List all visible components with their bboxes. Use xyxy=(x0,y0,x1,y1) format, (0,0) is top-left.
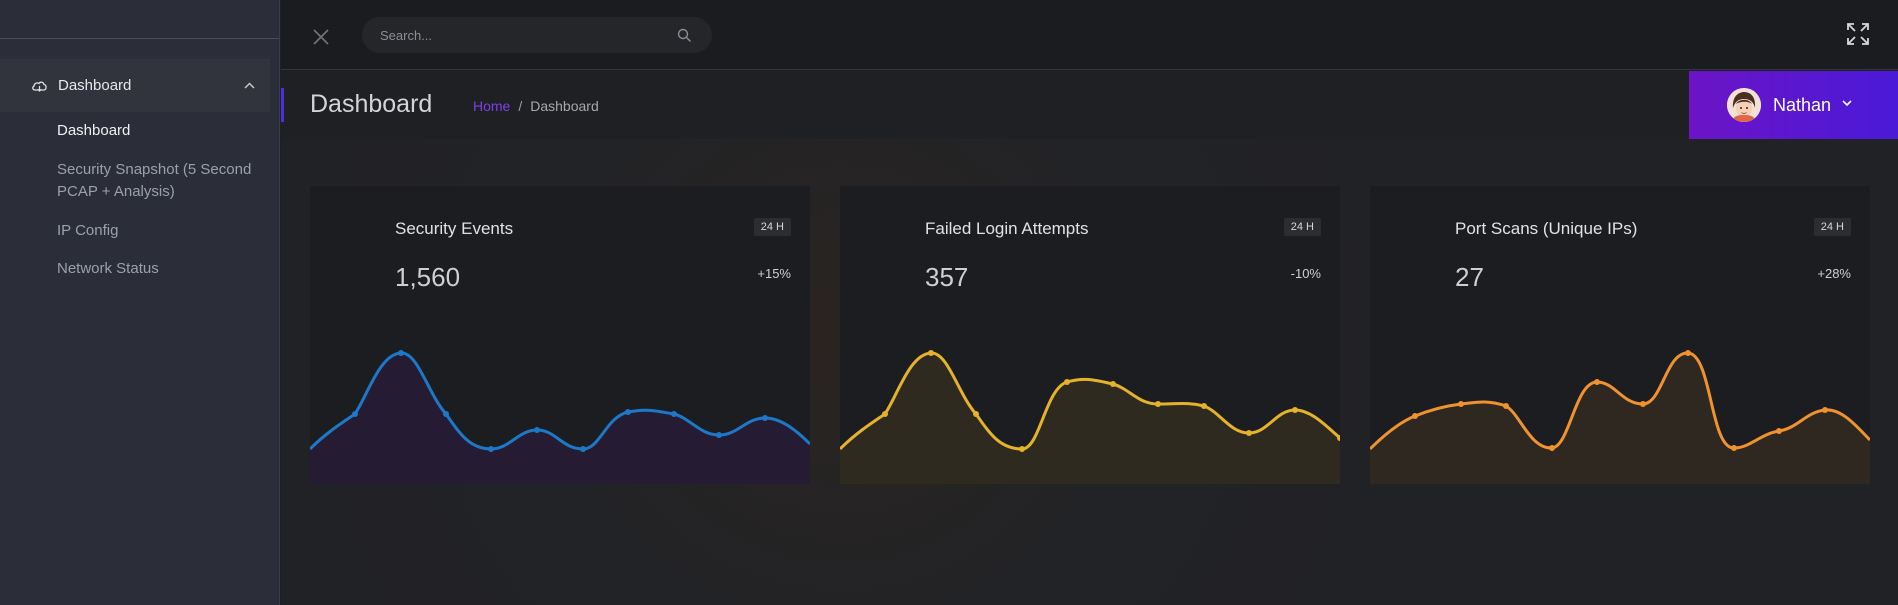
sparkline-point xyxy=(1155,401,1161,407)
card-period-badge: 24 H xyxy=(1283,218,1321,236)
card-value: 27 xyxy=(1455,262,1484,292)
sparkline-point xyxy=(443,411,449,417)
search-icon[interactable] xyxy=(677,28,692,43)
sparkline-area xyxy=(310,352,810,484)
card-period-badge: 24 H xyxy=(753,218,791,236)
sparkline-point xyxy=(716,432,722,438)
avatar xyxy=(1727,88,1761,122)
stat-card-port-scans: Port Scans (Unique IPs) 24 H 27 +28% xyxy=(1370,186,1870,484)
cloud-icon xyxy=(31,79,48,93)
card-title: Failed Login Attempts xyxy=(925,219,1089,238)
card-title: Security Events xyxy=(395,219,514,238)
main-content: Security Events 24 H 1,560 +15% Failed L… xyxy=(281,139,1898,605)
sparkline-point xyxy=(1685,350,1691,356)
search-input[interactable] xyxy=(380,27,670,43)
app-root: Dashboard Dashboard Security Snapshot (5… xyxy=(0,0,1898,605)
sparkline-point xyxy=(1731,445,1737,451)
card-value: 1,560 xyxy=(395,262,461,292)
sparkline-point xyxy=(1201,403,1207,409)
sparkline-point xyxy=(1458,401,1464,407)
card-value: 357 xyxy=(925,262,969,292)
breadcrumb: Home / Dashboard xyxy=(473,98,599,114)
close-icon[interactable] xyxy=(312,28,330,46)
sparkline-area xyxy=(1370,352,1870,484)
page-title: Dashboard xyxy=(310,90,433,118)
sparkline-area xyxy=(840,352,1340,484)
sparkline-chart xyxy=(310,350,810,484)
sparkline-point xyxy=(580,446,586,452)
sidebar-item-security-snapshot[interactable]: Security Snapshot (5 Second PCAP + Analy… xyxy=(57,159,257,203)
sparkline-point xyxy=(671,411,677,417)
sidebar-top xyxy=(0,0,279,39)
user-menu[interactable]: Nathan xyxy=(1689,71,1898,139)
search-box xyxy=(362,17,712,53)
card-title: Port Scans (Unique IPs) xyxy=(1455,219,1638,238)
sparkline-point xyxy=(973,411,979,417)
sparkline-point xyxy=(1503,403,1509,409)
breadcrumb-current: Dashboard xyxy=(530,98,599,114)
sparkline-point xyxy=(1594,379,1600,385)
card-change: -10% xyxy=(1290,266,1321,281)
card-change: +15% xyxy=(757,266,791,281)
fullscreen-icon[interactable] xyxy=(1846,22,1870,46)
sparkline-point xyxy=(1776,428,1782,434)
page-header: Dashboard Home / Dashboard Nathan xyxy=(281,71,1898,139)
sparkline-point xyxy=(1246,430,1252,436)
sidebar: Dashboard Dashboard Security Snapshot (5… xyxy=(0,0,280,605)
stat-card-failed-login-attempts: Failed Login Attempts 24 H 357 -10% xyxy=(840,186,1340,484)
sparkline-point xyxy=(882,411,888,417)
topbar xyxy=(281,0,1898,70)
sparkline-point xyxy=(352,411,358,417)
sparkline-point xyxy=(1549,445,1555,451)
sparkline-point xyxy=(928,350,934,356)
sparkline-point xyxy=(1064,379,1070,385)
sparkline-point xyxy=(488,446,494,452)
sidebar-item-dashboard[interactable]: Dashboard xyxy=(57,120,257,142)
sparkline-point xyxy=(625,409,631,415)
sidebar-item-network-status[interactable]: Network Status xyxy=(57,258,257,280)
title-accent-bar xyxy=(281,88,284,122)
sidebar-subnav: Dashboard Security Snapshot (5 Second PC… xyxy=(57,120,257,280)
card-change: +28% xyxy=(1817,266,1851,281)
sparkline-point xyxy=(1019,446,1025,452)
sparkline-point xyxy=(1412,413,1418,419)
sidebar-group-dashboard[interactable]: Dashboard xyxy=(0,59,270,112)
sparkline-point xyxy=(398,350,404,356)
sparkline-chart xyxy=(840,350,1340,484)
sparkline-chart xyxy=(1370,350,1870,484)
stat-card-security-events: Security Events 24 H 1,560 +15% xyxy=(310,186,810,484)
sparkline-point xyxy=(1110,381,1116,387)
chevron-down-icon xyxy=(1841,96,1853,114)
chevron-up-icon xyxy=(243,79,256,92)
sparkline-point xyxy=(1822,407,1828,413)
card-period-badge: 24 H xyxy=(1813,218,1851,236)
sparkline-point xyxy=(534,427,540,433)
sparkline-point xyxy=(1640,401,1646,407)
sidebar-group-label: Dashboard xyxy=(58,77,132,94)
sidebar-item-ip-config[interactable]: IP Config xyxy=(57,220,257,242)
sparkline-point xyxy=(762,415,768,421)
breadcrumb-home-link[interactable]: Home xyxy=(473,98,510,114)
user-name: Nathan xyxy=(1773,94,1832,115)
sparkline-point xyxy=(1292,407,1298,413)
breadcrumb-separator: / xyxy=(518,98,523,114)
